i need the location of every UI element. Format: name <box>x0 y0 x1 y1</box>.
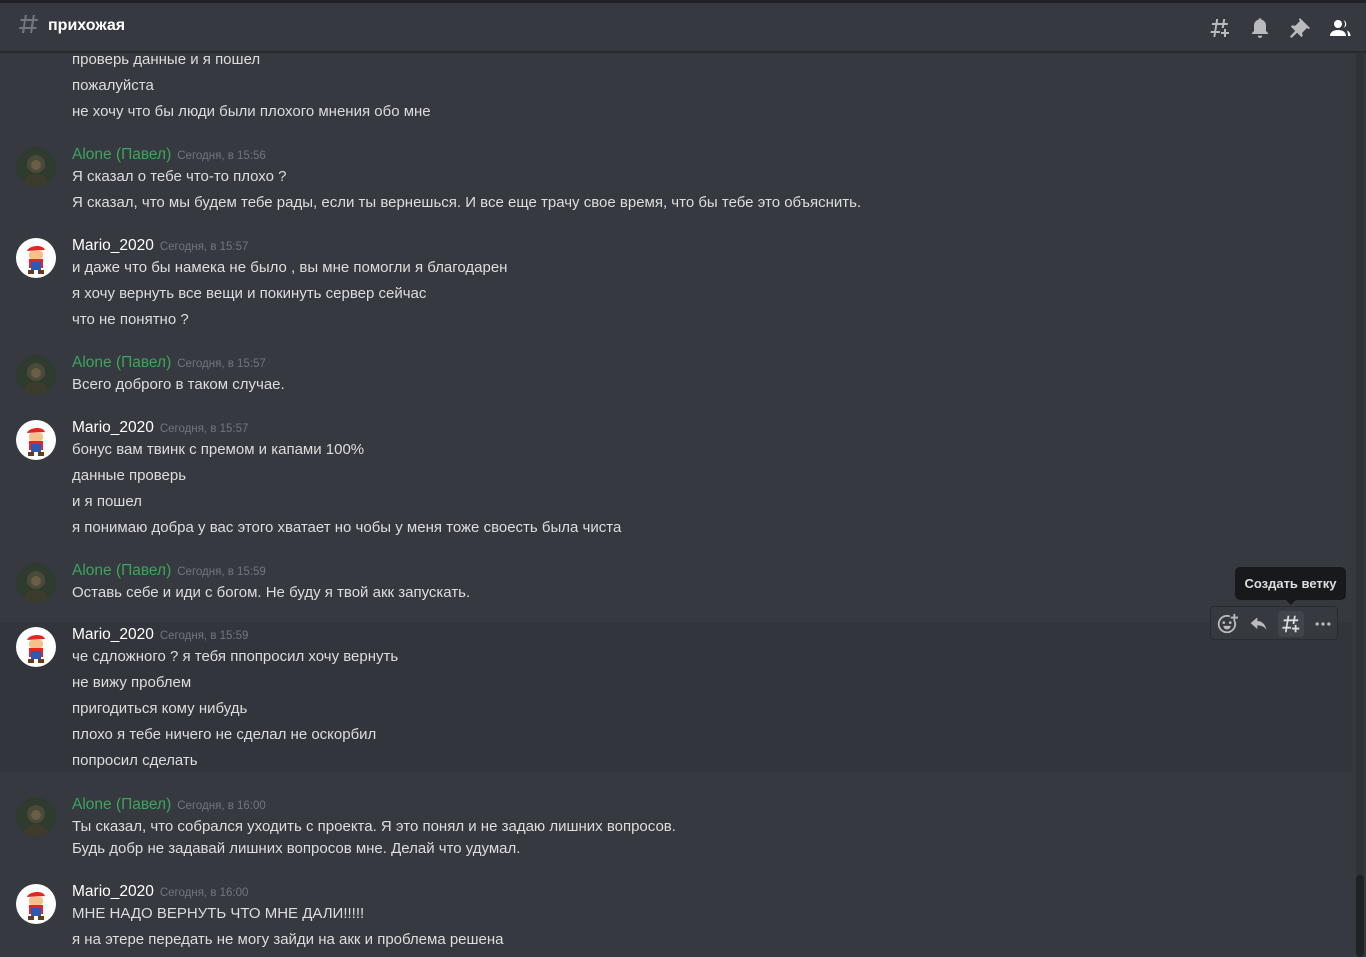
add-reaction-button[interactable] <box>1214 611 1240 637</box>
message-group: проверь данные и я пошел пожалуйста не х… <box>0 52 1352 124</box>
timestamp: Сегодня, в 15:57 <box>177 358 266 370</box>
message-group: Mario_2020 Сегодня, в 15:57 бонус вам тви… <box>0 413 1352 543</box>
scrollbar[interactable] <box>1356 52 1364 957</box>
message-text: попросил сделать <box>72 752 198 769</box>
message-group: Mario_2020 Сегодня, в 15:59 че сдложного … <box>0 622 1352 772</box>
more-button[interactable] <box>1310 611 1336 637</box>
message-header: Alone (Павел) Сегодня, в 15:59 <box>72 562 266 580</box>
avatar[interactable] <box>16 238 56 278</box>
message-text: Я сказал, что мы будем тебе рады, если т… <box>72 194 862 211</box>
message-group: Mario_2020 Сегодня, в 16:00 МНЕ НАДО ВЕРН… <box>0 877 1352 957</box>
message-text: Будь добр не задавай лишних вопросов мне… <box>72 840 521 857</box>
create-thread-button[interactable] <box>1278 611 1304 637</box>
message-header: Mario_2020 Сегодня, в 15:59 <box>72 626 248 644</box>
avatar[interactable] <box>16 797 56 837</box>
username[interactable]: Alone (Павел) <box>72 562 171 579</box>
avatar[interactable] <box>16 355 56 395</box>
username[interactable]: Alone (Павел) <box>72 146 171 163</box>
message-text: пожалуйста <box>72 77 154 94</box>
message-text: пригодиться кому нибудь <box>72 700 248 717</box>
message-text: что не понятно ? <box>72 311 189 328</box>
message-header: Mario_2020 Сегодня, в 15:57 <box>72 419 248 437</box>
message-list[interactable]: проверь данные и я пошел пожалуйста не х… <box>0 52 1352 957</box>
message-header: Alone (Павел) Сегодня, в 15:57 <box>72 354 266 372</box>
bell-icon[interactable] <box>1248 16 1272 40</box>
username[interactable]: Mario_2020 <box>72 419 154 436</box>
channel-name: прихожая <box>48 17 126 34</box>
reply-button[interactable] <box>1246 611 1272 637</box>
timestamp: Сегодня, в 16:00 <box>177 800 266 812</box>
timestamp: Сегодня, в 15:59 <box>159 630 249 642</box>
add-reaction-icon <box>1217 613 1238 634</box>
message-text: данные проверь <box>72 467 187 484</box>
timestamp: Сегодня, в 15:59 <box>177 566 266 578</box>
message-text: я на этере передать не могу зайди на акк… <box>72 931 504 948</box>
reply-icon <box>1250 617 1267 630</box>
avatar[interactable] <box>16 147 56 187</box>
avatar[interactable] <box>16 420 56 460</box>
timestamp: Сегодня, в 16:00 <box>159 887 249 899</box>
message-text: не хочу что бы люди были плохого мнения … <box>72 103 431 120</box>
message-text: я понимаю добра у вас этого хватает но ч… <box>72 519 622 536</box>
hashtag-icon <box>19 15 38 33</box>
message-text: и даже что бы намека не было , вы мне по… <box>72 259 508 276</box>
message-text: МНЕ НАДО ВЕРНУТЬ ЧТО МНЕ ДАЛИ!!!!! <box>72 905 365 922</box>
message-header: Mario_2020 Сегодня, в 15:57 <box>72 237 248 255</box>
timestamp: Сегодня, в 15:57 <box>159 241 249 253</box>
message-text: и я пошел <box>72 493 142 510</box>
message-text: я хочу вернуть все вещи и покинуть серве… <box>72 285 427 302</box>
message-text: Оставь себе и иди с богом. Не буду я тво… <box>72 584 471 601</box>
scrollbar-thumb[interactable] <box>1356 875 1364 957</box>
avatar[interactable] <box>16 563 56 603</box>
channel-header: прихожая <box>0 0 1366 52</box>
message-header: Alone (Павел) Сегодня, в 15:56 <box>72 146 266 164</box>
more-icon <box>1315 622 1331 626</box>
message-group: Alone (Павел) Сегодня, в 16:00 Ты сказал,… <box>0 790 1352 870</box>
username[interactable]: Alone (Павел) <box>72 796 171 813</box>
message-header: Alone (Павел) Сегодня, в 16:00 <box>72 796 266 814</box>
username[interactable]: Alone (Павел) <box>72 354 171 371</box>
message-text: бонус вам твинк с премом и капами 100% <box>72 441 365 458</box>
timestamp: Сегодня, в 15:56 <box>177 150 266 162</box>
message-text: проверь данные и я пошел <box>72 52 261 68</box>
members-icon[interactable] <box>1328 16 1352 40</box>
message-text: плохо я тебе ничего не сделал не оскорби… <box>72 726 377 743</box>
timestamp: Сегодня, в 15:57 <box>159 423 249 435</box>
create-thread-icon <box>1282 615 1300 633</box>
username[interactable]: Mario_2020 <box>72 883 154 900</box>
message-text: не вижу проблем <box>72 674 192 691</box>
message-header: Mario_2020 Сегодня, в 16:00 <box>72 883 248 901</box>
message-text: Ты сказал, что собрался уходить с проект… <box>72 818 676 835</box>
username[interactable]: Mario_2020 <box>72 237 154 254</box>
message-text: че сдложного ? я тебя ппопросил хочу вер… <box>72 648 399 665</box>
tooltip: Создать ветку <box>1235 567 1346 605</box>
pin-icon[interactable] <box>1288 16 1312 40</box>
message-text: Я сказал о тебе что-то плохо ? <box>72 168 287 185</box>
message-group: Mario_2020 Сегодня, в 15:57 и даже что бы… <box>0 231 1352 335</box>
message-action-bar <box>1210 606 1338 640</box>
threads-icon[interactable] <box>1208 16 1232 40</box>
message-group: Alone (Павел) Сегодня, в 15:57 Всего добр… <box>0 348 1352 404</box>
username[interactable]: Mario_2020 <box>72 626 154 643</box>
message-group: Alone (Павел) Сегодня, в 15:59 Оставь себ… <box>0 556 1352 612</box>
avatar[interactable] <box>16 884 56 924</box>
message-text: Всего доброго в таком случае. <box>72 376 285 393</box>
avatar[interactable] <box>16 627 56 667</box>
message-group: Alone (Павел) Сегодня, в 15:56 Я сказал о… <box>0 140 1352 220</box>
